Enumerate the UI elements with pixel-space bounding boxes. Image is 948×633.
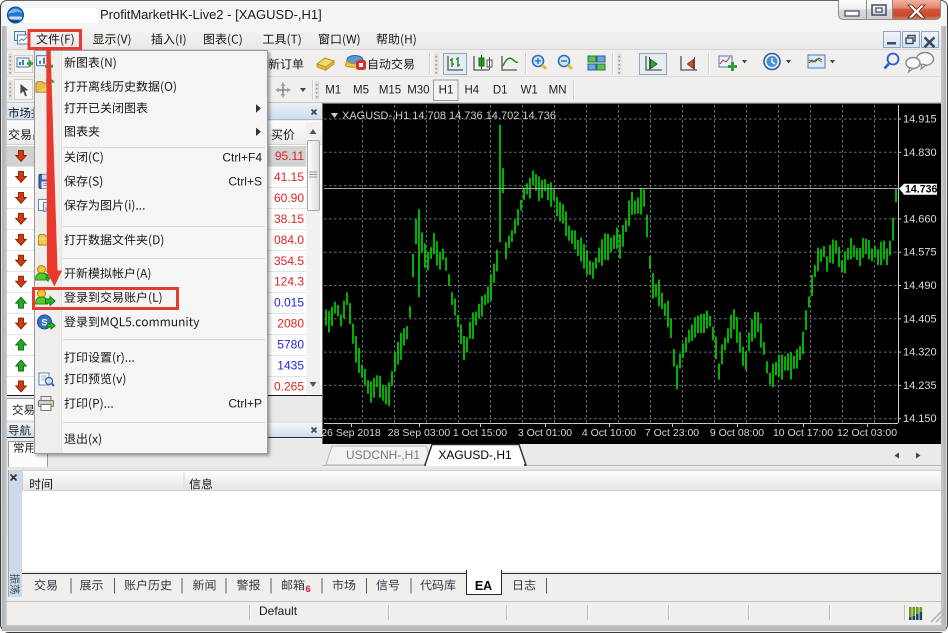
svg-text:95.11: 95.11 bbox=[275, 149, 304, 163]
svg-text:14.915: 14.915 bbox=[903, 114, 937, 126]
svg-text:7 Oct 23:00: 7 Oct 23:00 bbox=[645, 427, 699, 439]
svg-text:XAGUSD-,H1: XAGUSD-,H1 bbox=[438, 448, 512, 462]
svg-text:W1: W1 bbox=[521, 85, 538, 97]
svg-text:Default: Default bbox=[259, 604, 298, 618]
svg-text:124.3: 124.3 bbox=[274, 275, 304, 289]
svg-text:2080: 2080 bbox=[277, 317, 304, 331]
svg-text:M5: M5 bbox=[353, 85, 369, 97]
svg-text:Ctrl+F4: Ctrl+F4 bbox=[222, 150, 262, 164]
svg-text:M30: M30 bbox=[407, 85, 429, 97]
svg-text:1 Oct 15:00: 1 Oct 15:00 bbox=[453, 427, 507, 439]
svg-text:354.5: 354.5 bbox=[274, 254, 304, 268]
svg-text:26 Sep 2018: 26 Sep 2018 bbox=[321, 427, 381, 439]
svg-text:XAGUSD-,H1 14.708 14.736 14.7: XAGUSD-,H1 14.708 14.736 14.702 14.736 bbox=[342, 110, 556, 122]
svg-text:14.575: 14.575 bbox=[903, 247, 937, 259]
svg-text:4 Oct 10:00: 4 Oct 10:00 bbox=[582, 427, 636, 439]
svg-text:14.736: 14.736 bbox=[905, 184, 938, 196]
svg-text:H1: H1 bbox=[439, 85, 454, 97]
svg-text:60.90: 60.90 bbox=[274, 191, 304, 205]
svg-text:28 Sep 03:00: 28 Sep 03:00 bbox=[388, 427, 451, 439]
svg-text:5780: 5780 bbox=[277, 338, 304, 352]
svg-text:14.490: 14.490 bbox=[903, 280, 937, 292]
svg-text:38.15: 38.15 bbox=[274, 212, 304, 226]
svg-text:10 Oct 17:00: 10 Oct 17:00 bbox=[773, 427, 833, 439]
svg-text:14.320: 14.320 bbox=[903, 347, 937, 359]
svg-text:MN: MN bbox=[549, 85, 567, 97]
svg-text:14.660: 14.660 bbox=[903, 213, 937, 225]
svg-text:D1: D1 bbox=[493, 85, 508, 97]
svg-text:084.0: 084.0 bbox=[274, 233, 304, 247]
svg-text:USDCNH-,H1: USDCNH-,H1 bbox=[346, 448, 420, 462]
svg-text:1435: 1435 bbox=[277, 359, 304, 373]
svg-text:6: 6 bbox=[306, 584, 311, 595]
svg-text:12 Oct 03:00: 12 Oct 03:00 bbox=[837, 427, 897, 439]
svg-text:14.405: 14.405 bbox=[903, 313, 937, 325]
svg-text:9 Oct 08:00: 9 Oct 08:00 bbox=[710, 427, 764, 439]
svg-text:0.265: 0.265 bbox=[274, 379, 304, 393]
svg-text:M15: M15 bbox=[379, 85, 401, 97]
svg-text:14.830: 14.830 bbox=[903, 147, 937, 159]
svg-text:0.015: 0.015 bbox=[274, 296, 304, 310]
svg-text:Ctrl+S: Ctrl+S bbox=[228, 175, 262, 189]
svg-text:H4: H4 bbox=[464, 85, 479, 97]
svg-text:3 Oct 01:00: 3 Oct 01:00 bbox=[518, 427, 572, 439]
svg-text:41.15: 41.15 bbox=[274, 170, 304, 184]
svg-text:14.235: 14.235 bbox=[903, 380, 937, 392]
svg-text:M1: M1 bbox=[325, 85, 341, 97]
svg-text:Ctrl+P: Ctrl+P bbox=[228, 397, 262, 411]
svg-text:ProfitMarketHK-Live2 - [XAGUSD: ProfitMarketHK-Live2 - [XAGUSD-,H1] bbox=[100, 7, 322, 22]
svg-text:EA: EA bbox=[475, 579, 492, 593]
svg-text:14.150: 14.150 bbox=[903, 413, 937, 425]
